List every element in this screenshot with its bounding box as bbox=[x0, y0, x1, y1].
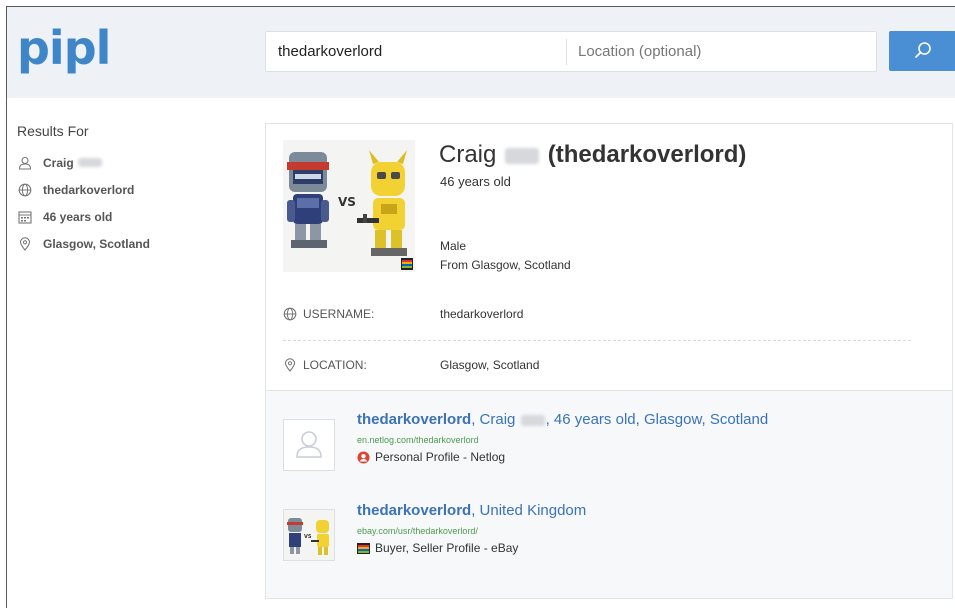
globe-icon bbox=[283, 307, 297, 321]
source-title-rest: , 46 years old, Glasgow, Scotland bbox=[545, 411, 769, 428]
sidebar-item-age[interactable]: 46 years old bbox=[17, 203, 247, 230]
svg-text:VS: VS bbox=[338, 195, 356, 209]
pipl-logo[interactable]: pipl bbox=[17, 23, 111, 73]
profile-username: (thedarkoverlord) bbox=[547, 141, 747, 168]
field-label-text: LOCATION: bbox=[303, 358, 367, 372]
calendar-icon bbox=[17, 209, 33, 225]
source-title-link[interactable]: thedarkoverlord, Craig , 46 years old, G… bbox=[357, 411, 768, 428]
source-thumbnail[interactable]: VS bbox=[283, 509, 335, 561]
redacted-surname bbox=[505, 147, 540, 164]
search-divider bbox=[566, 39, 567, 65]
field-label-text: USERNAME: bbox=[303, 307, 375, 321]
app-window: pipl thedarkoverlord Location (optional)… bbox=[6, 6, 955, 608]
sidebar-item-label: Glasgow, Scotland bbox=[43, 236, 150, 251]
username-label: USERNAME: bbox=[283, 307, 440, 321]
netlog-icon bbox=[357, 451, 370, 464]
location-row: LOCATION: Glasgow, Scotland bbox=[283, 355, 913, 375]
redacted-surname bbox=[520, 414, 545, 426]
sidebar-title: Results For bbox=[17, 123, 89, 139]
source-type: Personal Profile - Netlog bbox=[357, 450, 505, 464]
source-title-username: thedarkoverlord bbox=[357, 502, 472, 519]
location-value: Glasgow, Scotland bbox=[440, 358, 540, 372]
field-divider bbox=[283, 340, 911, 341]
search-icon bbox=[915, 42, 931, 58]
username-row: USERNAME: thedarkoverlord bbox=[283, 304, 913, 324]
person-icon bbox=[17, 155, 33, 171]
profile-gender: Male bbox=[440, 239, 467, 253]
svg-text:VS: VS bbox=[304, 534, 312, 540]
location-pin-icon bbox=[283, 358, 297, 372]
search-box: thedarkoverlord Location (optional) bbox=[265, 31, 877, 72]
sidebar-item-label: thedarkoverlord bbox=[43, 182, 135, 197]
source-title-first: , Craig bbox=[471, 411, 516, 428]
search-input[interactable]: thedarkoverlord bbox=[278, 32, 558, 71]
sidebar-item-location[interactable]: Glasgow, Scotland bbox=[17, 230, 247, 257]
avatar-thumbnail: VS bbox=[284, 510, 334, 560]
source-thumbnail-placeholder[interactable] bbox=[283, 419, 335, 471]
profile-card: VS Craig (thedarkoverlord) 46 years old … bbox=[265, 123, 953, 599]
sidebar-item-name[interactable]: Craig bbox=[17, 149, 247, 176]
username-value: thedarkoverlord bbox=[440, 307, 524, 321]
location-label: LOCATION: bbox=[283, 358, 440, 372]
redacted-surname bbox=[77, 158, 102, 167]
person-icon bbox=[296, 431, 322, 458]
location-pin-icon bbox=[17, 236, 33, 252]
source-url[interactable]: en.netlog.com/thedarkoverlord bbox=[357, 435, 479, 445]
sidebar-item-label: Craig bbox=[43, 155, 74, 170]
sources-list: thedarkoverlord, Craig , 46 years old, G… bbox=[266, 390, 952, 598]
sidebar: Results For Craig thedarkoverlord 46 yea… bbox=[17, 123, 247, 257]
profile-name: Craig (thedarkoverlord) bbox=[439, 141, 746, 169]
profile-avatar: VS bbox=[283, 140, 415, 272]
sidebar-item-username[interactable]: thedarkoverlord bbox=[17, 176, 247, 203]
source-title-link[interactable]: thedarkoverlord, United Kingdom bbox=[357, 502, 586, 519]
profile-from: From Glasgow, Scotland bbox=[440, 258, 571, 272]
source-title-username: thedarkoverlord bbox=[357, 411, 472, 428]
ebay-icon bbox=[357, 542, 370, 555]
globe-icon bbox=[17, 182, 33, 198]
source-type-label: Buyer, Seller Profile - eBay bbox=[375, 541, 519, 555]
source-type-label: Personal Profile - Netlog bbox=[375, 450, 506, 464]
first-name: Craig bbox=[439, 141, 497, 168]
profile-age: 46 years old bbox=[440, 174, 511, 189]
header-bar: pipl thedarkoverlord Location (optional) bbox=[7, 7, 955, 98]
search-button[interactable] bbox=[889, 31, 955, 71]
source-title-rest: , United Kingdom bbox=[471, 502, 587, 519]
source-type: Buyer, Seller Profile - eBay bbox=[357, 541, 518, 555]
source-url[interactable]: ebay.com/usr/thedarkoverlord/ bbox=[357, 526, 478, 536]
location-input[interactable]: Location (optional) bbox=[578, 32, 858, 71]
sidebar-item-label: 46 years old bbox=[43, 209, 113, 224]
